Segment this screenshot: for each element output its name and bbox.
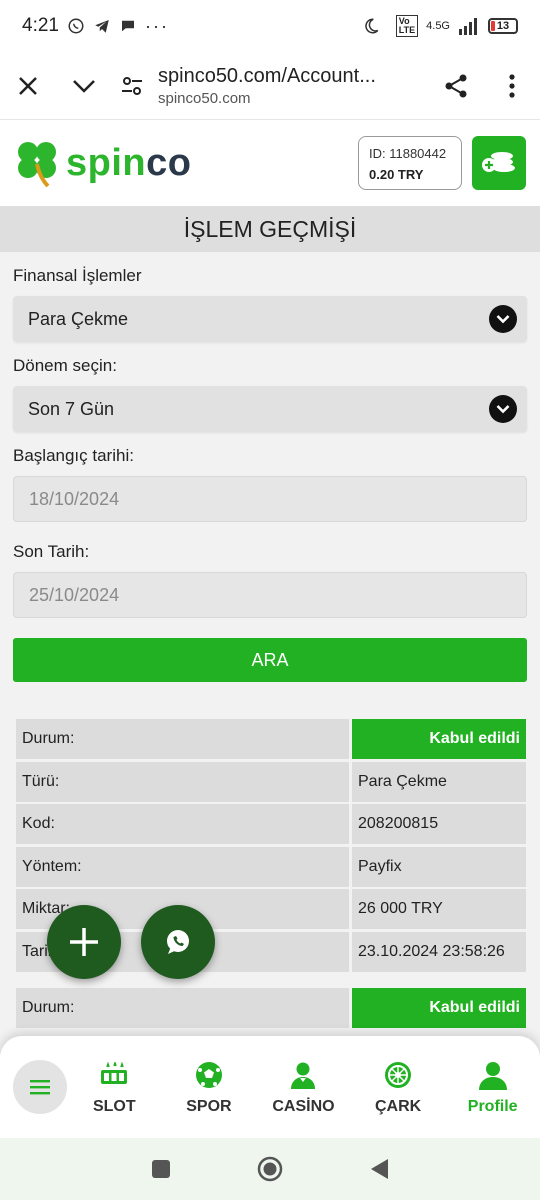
row-value: Para Çekme bbox=[352, 761, 526, 802]
battery-icon: 13 bbox=[488, 18, 518, 34]
user-id: ID: 11880442 bbox=[369, 146, 447, 161]
row-key: Yöntem: bbox=[16, 846, 349, 887]
account-info-box: ID: 11880442 0.20 TRY bbox=[358, 136, 462, 190]
browser-toolbar: spinco50.com/Account... spinco50.com bbox=[0, 52, 540, 120]
status-time: 4:21 bbox=[22, 15, 59, 36]
deposit-button[interactable] bbox=[472, 136, 526, 190]
end-date-label: Son Tarih: bbox=[13, 542, 90, 561]
add-fab-button[interactable] bbox=[47, 905, 121, 979]
whatsapp-fab-button[interactable] bbox=[141, 905, 215, 979]
telegram-notification-icon bbox=[95, 20, 109, 33]
soccer-ball-icon bbox=[195, 1062, 222, 1088]
nav-item-cark[interactable]: ÇARK bbox=[351, 1058, 446, 1116]
spinco-logo[interactable]: spinco bbox=[14, 138, 191, 188]
system-navigation-bar bbox=[0, 1138, 540, 1200]
share-button[interactable] bbox=[428, 58, 484, 114]
financial-select-value: Para Çekme bbox=[28, 308, 129, 329]
casino-dealer-icon bbox=[291, 1062, 316, 1089]
row-key: Durum: bbox=[16, 719, 349, 759]
plus-icon bbox=[70, 928, 98, 956]
balance: 0.20 TRY bbox=[369, 167, 424, 182]
site-settings-button[interactable] bbox=[112, 58, 152, 114]
status-bar: 4:21 ··· Vo LTE 4.5G 13 bbox=[0, 0, 540, 52]
period-select-value: Son 7 Gün bbox=[28, 398, 115, 419]
signal-strength-icon bbox=[459, 18, 477, 35]
do-not-disturb-moon-icon bbox=[365, 18, 379, 34]
page-title: İŞLEM GEÇMİŞİ bbox=[0, 206, 540, 252]
slot-machine-icon bbox=[101, 1062, 128, 1084]
table-row: Durum: Kabul edildi bbox=[16, 719, 526, 759]
filter-form: Finansal İşlemler Para Çekme Dönem seçin… bbox=[13, 252, 527, 682]
fortune-wheel-icon bbox=[385, 1062, 412, 1088]
start-date-label: Başlangıç tarihi: bbox=[13, 446, 134, 465]
nav-label: SPOR bbox=[186, 1098, 232, 1115]
table-row: Kod: 208200815 bbox=[16, 804, 526, 844]
end-date-input[interactable]: 25/10/2024 bbox=[13, 572, 527, 618]
period-select[interactable]: Son 7 Gün bbox=[13, 386, 527, 432]
search-button[interactable]: ARA bbox=[13, 638, 527, 682]
period-label: Dönem seçin: bbox=[13, 356, 117, 375]
row-value: 23.10.2024 23:58:26 bbox=[352, 931, 526, 972]
hamburger-menu-icon bbox=[30, 1080, 50, 1095]
more-notifications-icon: ··· bbox=[144, 15, 169, 36]
logo-wordmark: spinco bbox=[66, 141, 192, 184]
close-icon bbox=[19, 76, 37, 95]
nav-item-slot[interactable]: SLOT bbox=[67, 1058, 162, 1116]
row-key: Kod: bbox=[16, 804, 349, 844]
status-badge: Kabul edildi bbox=[352, 988, 526, 1028]
whatsapp-icon bbox=[167, 930, 189, 954]
back-icon[interactable] bbox=[369, 1158, 389, 1180]
table-row: Yöntem: Payfix bbox=[16, 846, 526, 887]
row-value: 26 000 TRY bbox=[352, 889, 526, 929]
whatsapp-notification-icon bbox=[68, 18, 84, 34]
browser-menu-button[interactable] bbox=[484, 58, 540, 114]
minimize-button[interactable] bbox=[56, 58, 112, 114]
nav-label: ÇARK bbox=[374, 1098, 422, 1115]
battery-level: 13 bbox=[496, 20, 510, 32]
table-row: Durum: Kabul edildi bbox=[16, 988, 526, 1028]
url-domain: spinco50.com bbox=[158, 89, 251, 107]
row-key: Durum: bbox=[16, 988, 349, 1028]
chevron-down-icon bbox=[489, 395, 517, 423]
row-value: 208200815 bbox=[352, 804, 526, 844]
transaction-record: Durum: Kabul edildi bbox=[16, 988, 526, 1031]
menu-button[interactable] bbox=[13, 1060, 67, 1114]
address-bar[interactable]: spinco50.com/Account... spinco50.com bbox=[152, 65, 428, 107]
nav-item-spor[interactable]: SPOR bbox=[162, 1058, 257, 1116]
row-value: Payfix bbox=[352, 846, 526, 887]
recent-apps-icon[interactable] bbox=[151, 1159, 171, 1179]
table-row: Türü: Para Çekme bbox=[16, 761, 526, 802]
close-tab-button[interactable] bbox=[0, 58, 56, 114]
start-date-input[interactable]: 18/10/2024 bbox=[13, 476, 527, 522]
nav-item-profile[interactable]: Profile bbox=[445, 1058, 540, 1116]
chevron-down-icon bbox=[489, 305, 517, 333]
url-text: spinco50.com/Account... bbox=[158, 64, 376, 87]
share-icon bbox=[445, 74, 467, 97]
profile-user-icon bbox=[478, 1062, 507, 1090]
clover-logo-icon bbox=[18, 142, 56, 188]
status-badge: Kabul edildi bbox=[352, 719, 526, 759]
volte-badge: Vo LTE bbox=[395, 15, 419, 37]
coins-plus-icon bbox=[482, 152, 515, 172]
tune-settings-icon bbox=[122, 76, 142, 95]
network-type: 4.5G bbox=[426, 20, 450, 32]
chat-notification-icon bbox=[121, 20, 134, 32]
chevron-down-icon bbox=[73, 79, 95, 93]
bottom-navigation: SLOT SPOR CASİNO ÇARK Profile bbox=[0, 1036, 540, 1138]
nav-item-casino[interactable]: CASİNO bbox=[256, 1058, 351, 1116]
home-icon[interactable] bbox=[257, 1156, 283, 1182]
financial-label: Finansal İşlemler bbox=[13, 266, 142, 285]
more-vertical-icon bbox=[509, 73, 515, 98]
nav-label: Profile bbox=[467, 1098, 518, 1115]
row-key: Türü: bbox=[16, 761, 349, 802]
financial-select[interactable]: Para Çekme bbox=[13, 296, 527, 342]
nav-label: SLOT bbox=[92, 1098, 136, 1115]
site-header: spinco ID: 11880442 0.20 TRY bbox=[0, 120, 540, 206]
nav-label: CASİNO bbox=[272, 1098, 335, 1115]
